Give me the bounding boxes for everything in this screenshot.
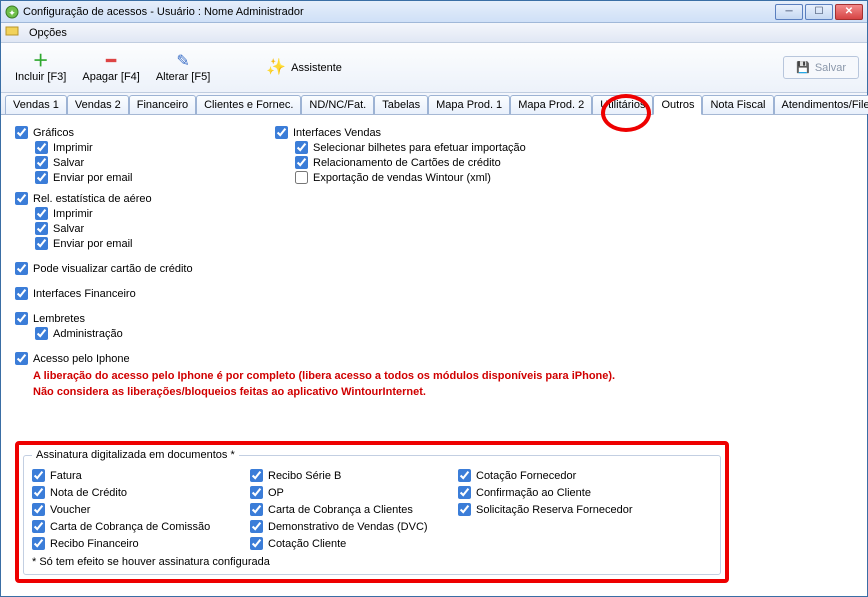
- minus-icon: ━: [106, 53, 116, 71]
- cb-graficos-email[interactable]: Enviar por email: [15, 170, 255, 185]
- tab-utilitarios[interactable]: Utilitários: [592, 95, 653, 114]
- edit-icon: ✎: [176, 53, 189, 71]
- incluir-label: Incluir [F3]: [15, 71, 66, 83]
- cb-rel-aereo[interactable]: Rel. estatística de aéreo: [15, 191, 255, 206]
- cb-aereo-email[interactable]: Enviar por email: [15, 236, 255, 251]
- assistente-button[interactable]: ✨ Assistente: [260, 57, 348, 79]
- tab-financeiro[interactable]: Financeiro: [129, 95, 196, 114]
- tab-mapaprod1[interactable]: Mapa Prod. 1: [428, 95, 510, 114]
- cb-recibo-b[interactable]: Recibo Série B: [250, 467, 440, 484]
- cb-voucher[interactable]: Voucher: [32, 501, 232, 518]
- titlebar: ✦ Configuração de acessos - Usuário : No…: [1, 1, 867, 23]
- signature-fieldset: Assinatura digitalizada em documentos * …: [23, 449, 721, 575]
- alterar-button[interactable]: ✎ Alterar [F5]: [150, 51, 216, 85]
- salvar-label: Salvar: [815, 62, 846, 74]
- cb-cotacao-cliente[interactable]: Cotação Cliente: [250, 535, 440, 552]
- cb-carta-comissao[interactable]: Carta de Cobrança de Comissão: [32, 518, 232, 535]
- plus-icon: ＋: [33, 53, 49, 71]
- cb-fatura[interactable]: Fatura: [32, 467, 232, 484]
- tab-vendas2[interactable]: Vendas 2: [67, 95, 129, 114]
- incluir-button[interactable]: ＋ Incluir [F3]: [9, 51, 72, 85]
- cb-administracao[interactable]: Administração: [15, 326, 255, 341]
- tab-atendfiles[interactable]: Atendimentos/Files: [774, 95, 868, 114]
- apagar-label: Apagar [F4]: [82, 71, 139, 83]
- warning-line1: A liberação do acesso pelo Iphone é por …: [15, 370, 255, 382]
- cb-selecionar-bilhetes[interactable]: Selecionar bilhetes para efetuar importa…: [275, 140, 853, 155]
- close-button[interactable]: ✕: [835, 4, 863, 20]
- apagar-button[interactable]: ━ Apagar [F4]: [76, 51, 145, 85]
- maximize-button[interactable]: ☐: [805, 4, 833, 20]
- cb-cotacao-forn[interactable]: Cotação Fornecedor: [458, 467, 633, 484]
- alterar-label: Alterar [F5]: [156, 71, 210, 83]
- cb-confirm-cliente[interactable]: Confirmação ao Cliente: [458, 484, 633, 501]
- svg-text:✦: ✦: [8, 8, 16, 18]
- cb-op[interactable]: OP: [250, 484, 440, 501]
- tab-clientes[interactable]: Clientes e Fornec.: [196, 95, 301, 114]
- tab-tabelas[interactable]: Tabelas: [374, 95, 428, 114]
- app-icon: ✦: [5, 5, 19, 19]
- signature-footnote: * Só tem efeito se houver assinatura con…: [32, 556, 712, 568]
- window-title: Configuração de acessos - Usuário : Nome…: [23, 6, 775, 18]
- cb-relac-cartoes[interactable]: Relacionamento de Cartões de crédito: [275, 155, 853, 170]
- cb-dvc[interactable]: Demonstrativo de Vendas (DVC): [250, 518, 440, 535]
- cb-iphone[interactable]: Acesso pelo Iphone: [15, 351, 255, 366]
- cb-lembretes[interactable]: Lembretes: [15, 311, 255, 326]
- menu-icon: [5, 24, 19, 41]
- toolbar: ＋ Incluir [F3] ━ Apagar [F4] ✎ Alterar […: [1, 43, 867, 93]
- warning-line2: Não considera as liberações/bloqueios fe…: [15, 386, 255, 398]
- tab-ndncfat[interactable]: ND/NC/Fat.: [301, 95, 374, 114]
- tab-vendas1[interactable]: Vendas 1: [5, 95, 67, 114]
- cb-nota-credito[interactable]: Nota de Crédito: [32, 484, 232, 501]
- cb-aereo-salvar[interactable]: Salvar: [15, 221, 255, 236]
- tab-outros[interactable]: Outros: [653, 95, 702, 115]
- minimize-button[interactable]: ─: [775, 4, 803, 20]
- salvar-button[interactable]: 💾 Salvar: [783, 56, 859, 79]
- cb-cartao[interactable]: Pode visualizar cartão de crédito: [15, 261, 255, 276]
- cb-graficos[interactable]: Gráficos: [15, 125, 255, 140]
- cb-graficos-salvar[interactable]: Salvar: [15, 155, 255, 170]
- cb-solic-reserva[interactable]: Solicitação Reserva Fornecedor: [458, 501, 633, 518]
- assistente-label: Assistente: [291, 62, 342, 74]
- cb-interfaces-vendas[interactable]: Interfaces Vendas: [275, 125, 853, 140]
- tab-content: Gráficos Imprimir Salvar Enviar por emai…: [1, 115, 867, 595]
- signature-highlight-box: Assinatura digitalizada em documentos * …: [15, 441, 729, 583]
- cb-recibo-fin[interactable]: Recibo Financeiro: [32, 535, 232, 552]
- cb-export-wintour[interactable]: Exportação de vendas Wintour (xml): [275, 170, 853, 185]
- tabstrip: Vendas 1 Vendas 2 Financeiro Clientes e …: [1, 93, 867, 115]
- tab-mapaprod2[interactable]: Mapa Prod. 2: [510, 95, 592, 114]
- cb-interfaces-fin[interactable]: Interfaces Financeiro: [15, 286, 255, 301]
- menu-opcoes[interactable]: Opções: [23, 25, 73, 41]
- cb-graficos-imprimir[interactable]: Imprimir: [15, 140, 255, 155]
- wand-icon: ✨: [266, 59, 286, 77]
- tab-notafiscal[interactable]: Nota Fiscal: [702, 95, 773, 114]
- cb-aereo-imprimir[interactable]: Imprimir: [15, 206, 255, 221]
- menubar: Opções: [1, 23, 867, 43]
- save-icon: 💾: [796, 61, 810, 74]
- signature-legend: Assinatura digitalizada em documentos *: [32, 449, 239, 461]
- cb-carta-clientes[interactable]: Carta de Cobrança a Clientes: [250, 501, 440, 518]
